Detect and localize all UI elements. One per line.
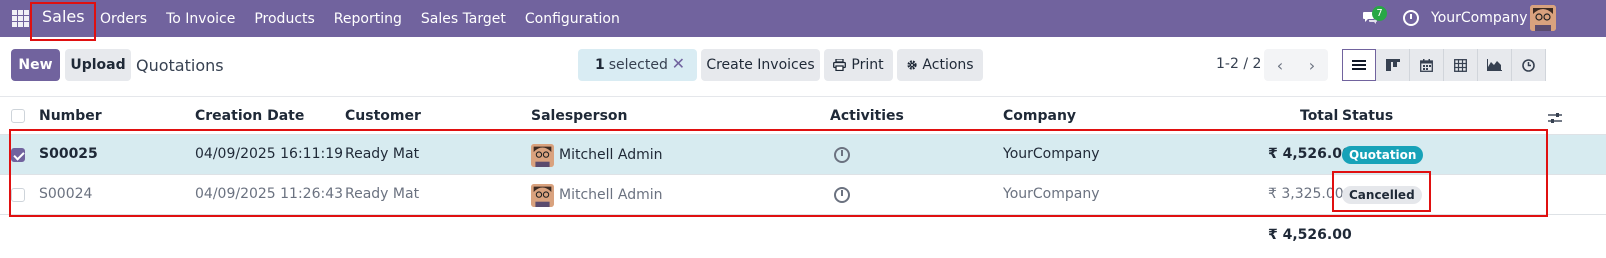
highlight-box-rows: [9, 129, 1548, 217]
top-navbar: Sales Orders To Invoice Products Reporti…: [0, 0, 1606, 37]
view-switcher: [1342, 49, 1546, 81]
print-label: Print: [851, 57, 884, 73]
select-all-checkbox[interactable]: [11, 109, 25, 123]
calendar-view-button[interactable]: [1410, 49, 1444, 81]
menu-item-orders[interactable]: Orders: [100, 11, 147, 27]
activity-view-button[interactable]: [1512, 49, 1546, 81]
optional-columns-toggle-icon[interactable]: [1548, 112, 1562, 124]
column-header-salesperson[interactable]: Salesperson: [531, 108, 628, 124]
chat-count-badge: 7: [1372, 6, 1387, 21]
activity-clock-icon[interactable]: [1403, 10, 1419, 26]
gear-icon: [907, 60, 918, 70]
aggregate-total: ₹ 4,526.00: [1268, 227, 1352, 243]
clear-selection-icon[interactable]: ✕: [672, 54, 685, 73]
create-invoices-button[interactable]: Create Invoices: [701, 49, 820, 81]
chevron-left-icon: ‹: [1276, 55, 1284, 75]
company-switcher[interactable]: YourCompany: [1431, 10, 1528, 26]
column-header-activities[interactable]: Activities: [830, 108, 904, 124]
new-button[interactable]: New: [11, 49, 60, 81]
pager-value[interactable]: 1-2 / 2: [1216, 56, 1261, 72]
column-header-company[interactable]: Company: [1003, 108, 1076, 124]
actions-button[interactable]: Actions: [897, 49, 983, 81]
main-menu: Orders To Invoice Products Reporting Sal…: [100, 0, 639, 37]
list-view-button[interactable]: [1342, 49, 1376, 81]
column-header-customer[interactable]: Customer: [345, 108, 421, 124]
user-avatar[interactable]: [1530, 5, 1556, 31]
menu-item-sales-target[interactable]: Sales Target: [421, 11, 506, 27]
pager-previous-button[interactable]: ‹: [1264, 49, 1296, 81]
list-icon: [1352, 60, 1366, 70]
pager-next-button[interactable]: ›: [1296, 49, 1328, 81]
pivot-view-button[interactable]: [1444, 49, 1478, 81]
printer-icon: [833, 59, 847, 71]
apps-menu-icon[interactable]: [12, 10, 29, 27]
upload-button[interactable]: Upload: [65, 49, 131, 81]
highlight-box-cancelled: [1332, 171, 1431, 212]
area-chart-icon: [1487, 59, 1502, 71]
graph-view-button[interactable]: [1478, 49, 1512, 81]
print-button[interactable]: Print: [824, 49, 893, 81]
calendar-icon: [1420, 58, 1433, 72]
menu-item-reporting[interactable]: Reporting: [334, 11, 402, 27]
page-title: Quotations: [136, 56, 224, 75]
clock-icon: [1522, 58, 1535, 72]
highlight-box-sales: [30, 2, 96, 41]
selected-label: selected: [608, 57, 668, 73]
menu-item-products[interactable]: Products: [254, 11, 314, 27]
kanban-icon: [1385, 59, 1400, 71]
actions-label: Actions: [922, 57, 974, 73]
menu-item-configuration[interactable]: Configuration: [525, 11, 620, 27]
kanban-view-button[interactable]: [1376, 49, 1410, 81]
column-header-status[interactable]: Status: [1342, 108, 1393, 124]
chevron-right-icon: ›: [1308, 55, 1316, 75]
column-header-total[interactable]: Total: [1300, 108, 1338, 124]
menu-item-to-invoice[interactable]: To Invoice: [166, 11, 235, 27]
column-header-number[interactable]: Number: [39, 108, 102, 124]
selected-count: 1: [595, 57, 605, 73]
column-header-creation-date[interactable]: Creation Date: [195, 108, 304, 124]
pivot-table-icon: [1454, 58, 1467, 72]
selection-indicator: 1 selected ✕: [578, 49, 697, 81]
